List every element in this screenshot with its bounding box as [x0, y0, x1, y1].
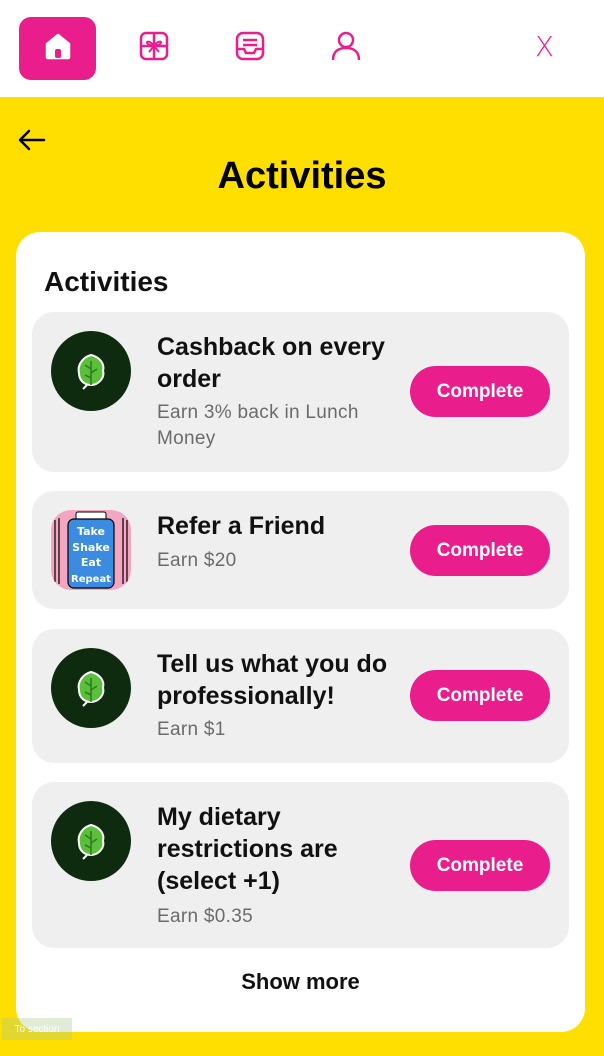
- home-icon: [41, 29, 75, 68]
- activity-title: Cashback on every order: [157, 333, 385, 393]
- svg-text:Shake: Shake: [72, 541, 110, 554]
- nav-orders-button[interactable]: [211, 17, 288, 80]
- nav-profile-button[interactable]: [307, 17, 384, 80]
- complete-button[interactable]: Complete: [410, 840, 550, 891]
- back-button[interactable]: [16, 124, 48, 156]
- to-section-link[interactable]: To section: [2, 1018, 72, 1040]
- section-title: Activities: [44, 266, 169, 297]
- gift-icon: [137, 29, 171, 68]
- activities-card: Activities Cashback on every order Earn …: [16, 232, 585, 1032]
- svg-text:Take: Take: [77, 525, 105, 538]
- complete-button[interactable]: Complete: [410, 525, 550, 576]
- activity-item: Tell us what you do professionally! Earn…: [32, 629, 569, 763]
- user-icon: [329, 29, 363, 68]
- activity-item: Take Shake Eat Repeat Refer a Friend Ear…: [32, 491, 569, 609]
- activity-item: My dietary restrictions are (select +1) …: [32, 782, 569, 948]
- show-more-button[interactable]: Show more: [16, 969, 585, 995]
- jar-sticker: Take Shake Eat Repeat: [51, 510, 131, 590]
- activity-item: Cashback on every order Earn 3% back in …: [32, 312, 569, 472]
- close-button[interactable]: X: [535, 30, 554, 63]
- activity-title: Refer a Friend: [157, 512, 326, 540]
- spinach-leaf-icon: [51, 801, 131, 881]
- spinach-leaf-icon: [51, 648, 131, 728]
- activity-subtitle: Earn $1: [157, 719, 226, 740]
- svg-text:Repeat: Repeat: [71, 574, 111, 585]
- activity-title: My dietary restrictions are (select +1): [157, 803, 338, 895]
- nav-rewards-button[interactable]: [115, 17, 192, 80]
- svg-text:Eat: Eat: [81, 556, 101, 569]
- activity-subtitle: Earn 3% back in Lunch Money: [157, 402, 359, 449]
- nav-home-button[interactable]: [19, 17, 96, 80]
- activity-subtitle: Earn $20: [157, 550, 237, 571]
- complete-button[interactable]: Complete: [410, 670, 550, 721]
- complete-button[interactable]: Complete: [410, 366, 550, 417]
- top-nav: X: [0, 0, 604, 97]
- page-title: Activities: [217, 155, 387, 197]
- inbox-icon: [233, 29, 267, 68]
- activity-subtitle: Earn $0.35: [157, 906, 253, 927]
- spinach-leaf-icon: [51, 331, 131, 411]
- activity-title: Tell us what you do professionally!: [157, 650, 388, 710]
